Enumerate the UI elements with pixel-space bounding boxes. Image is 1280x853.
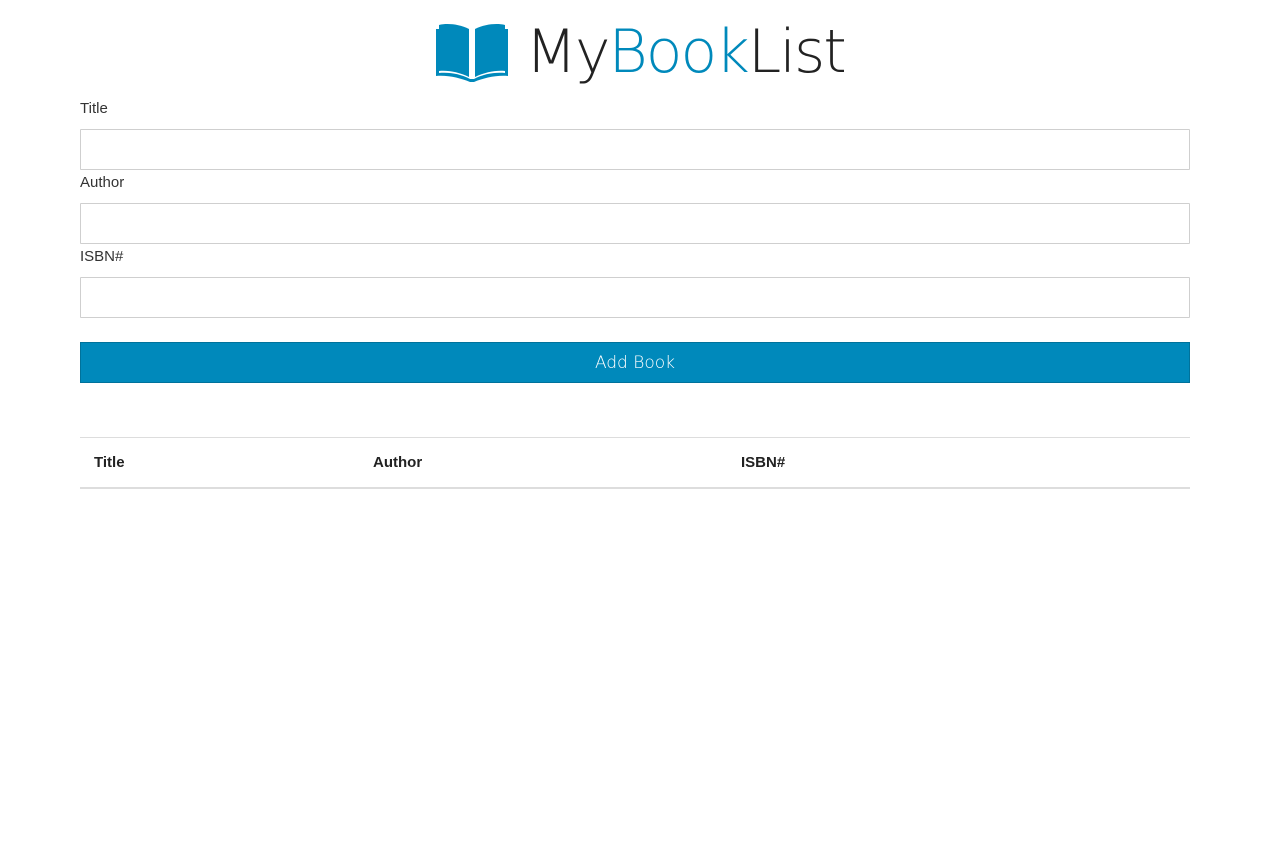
isbn-input[interactable] bbox=[80, 277, 1190, 318]
table-header: Title Author ISBN# bbox=[80, 437, 1190, 489]
brand-name-list: List bbox=[747, 17, 847, 87]
author-label: Author bbox=[80, 174, 125, 191]
title-input[interactable] bbox=[80, 129, 1190, 170]
book-form: Title Author ISBN# Add Book bbox=[80, 98, 1190, 383]
brand-logo: My Book List bbox=[435, 17, 847, 87]
table-header-row: Title Author ISBN# bbox=[80, 437, 1190, 489]
brand-name-book: Book bbox=[608, 17, 749, 87]
author-input[interactable] bbox=[80, 203, 1190, 244]
column-header-author: Author bbox=[359, 437, 727, 489]
page: My Book List Title Author ISBN# Add Book… bbox=[0, 0, 1280, 853]
brand-name-my: My bbox=[525, 17, 610, 87]
brand-name: My Book List bbox=[525, 17, 847, 87]
column-header-isbn: ISBN# bbox=[727, 437, 1190, 489]
open-book-icon bbox=[436, 24, 509, 82]
title-label: Title bbox=[80, 100, 108, 117]
isbn-label: ISBN# bbox=[80, 248, 124, 265]
book-list: Title Author ISBN# bbox=[80, 437, 1190, 489]
book-table: Title Author ISBN# bbox=[80, 437, 1190, 489]
app-header: My Book List bbox=[0, 14, 1280, 90]
column-header-title: Title bbox=[80, 437, 359, 489]
add-book-button[interactable]: Add Book bbox=[80, 342, 1190, 383]
